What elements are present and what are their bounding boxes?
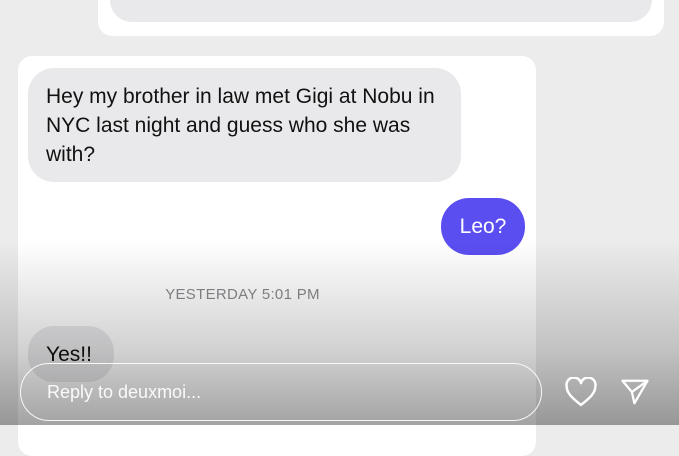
send-button[interactable] [615, 372, 655, 412]
reply-input[interactable] [20, 363, 542, 421]
previous-message-bubble [110, 0, 652, 22]
like-button[interactable] [561, 372, 601, 412]
incoming-message-bubble: Hey my brother in law met Gigi at Nobu i… [28, 68, 461, 182]
message-timestamp: YESTERDAY 5:01 PM [165, 286, 320, 303]
incoming-message-text: Hey my brother in law met Gigi at Nobu i… [46, 85, 435, 166]
heart-icon [565, 377, 597, 407]
previous-message-card [98, 0, 664, 36]
send-icon [621, 379, 649, 405]
outgoing-message-bubble: Leo? [441, 198, 525, 255]
